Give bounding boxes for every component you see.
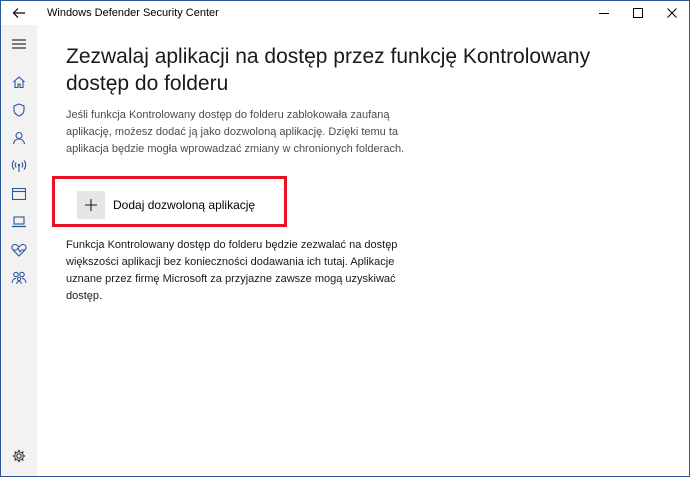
sidebar-item-family-options[interactable] <box>1 264 37 292</box>
laptop-icon <box>12 216 26 228</box>
minimize-icon <box>599 13 609 14</box>
plus-icon-box <box>77 191 105 219</box>
info-text: Funkcja Kontrolowany dostęp do folderu b… <box>66 239 398 302</box>
app-browser-window-icon <box>12 188 26 200</box>
add-allowed-app-label: Dodaj dozwoloną aplikację <box>113 198 256 212</box>
hamburger-menu-icon <box>12 39 26 49</box>
plus-icon <box>85 199 97 211</box>
sidebar-item-firewall-network[interactable] <box>1 152 37 180</box>
shield-icon <box>13 103 25 117</box>
page-title: Zezwalaj aplikacji na dostęp przez funkc… <box>66 45 591 95</box>
family-icon <box>11 271 27 285</box>
maximize-icon <box>633 8 643 18</box>
sidebar-item-device-performance-health[interactable] <box>1 236 37 264</box>
close-button[interactable] <box>655 1 689 25</box>
window-title: Windows Defender Security Center <box>47 7 219 19</box>
wireless-signal-icon <box>11 160 27 172</box>
sidebar-menu-toggle[interactable] <box>1 30 37 58</box>
person-icon <box>12 131 26 145</box>
sidebar-item-home[interactable] <box>1 68 37 96</box>
home-icon <box>13 76 25 89</box>
app-window: Windows Defender Security Center Zezwala… <box>0 0 690 477</box>
page-description: Jeśli funkcja Kontrolowany dostęp do fol… <box>66 109 405 155</box>
maximize-button[interactable] <box>621 1 655 25</box>
arrow-left-icon <box>12 8 25 18</box>
minimize-button[interactable] <box>587 1 621 25</box>
title-bar: Windows Defender Security Center <box>1 1 689 25</box>
add-allowed-app-button[interactable]: Dodaj dozwoloną aplikację <box>77 191 255 219</box>
close-icon <box>667 8 677 18</box>
main-content: Zezwalaj aplikacji na dostęp przez funkc… <box>37 25 689 476</box>
sidebar-item-settings[interactable] <box>1 442 37 470</box>
sidebar-item-account-protection[interactable] <box>1 124 37 152</box>
sidebar-nav <box>1 25 37 476</box>
sidebar-item-virus-protection[interactable] <box>1 96 37 124</box>
settings-gear-icon <box>12 449 26 463</box>
sidebar-item-device-security[interactable] <box>1 208 37 236</box>
sidebar-item-app-browser-control[interactable] <box>1 180 37 208</box>
heart-health-icon <box>11 243 27 257</box>
back-button[interactable] <box>1 1 37 25</box>
